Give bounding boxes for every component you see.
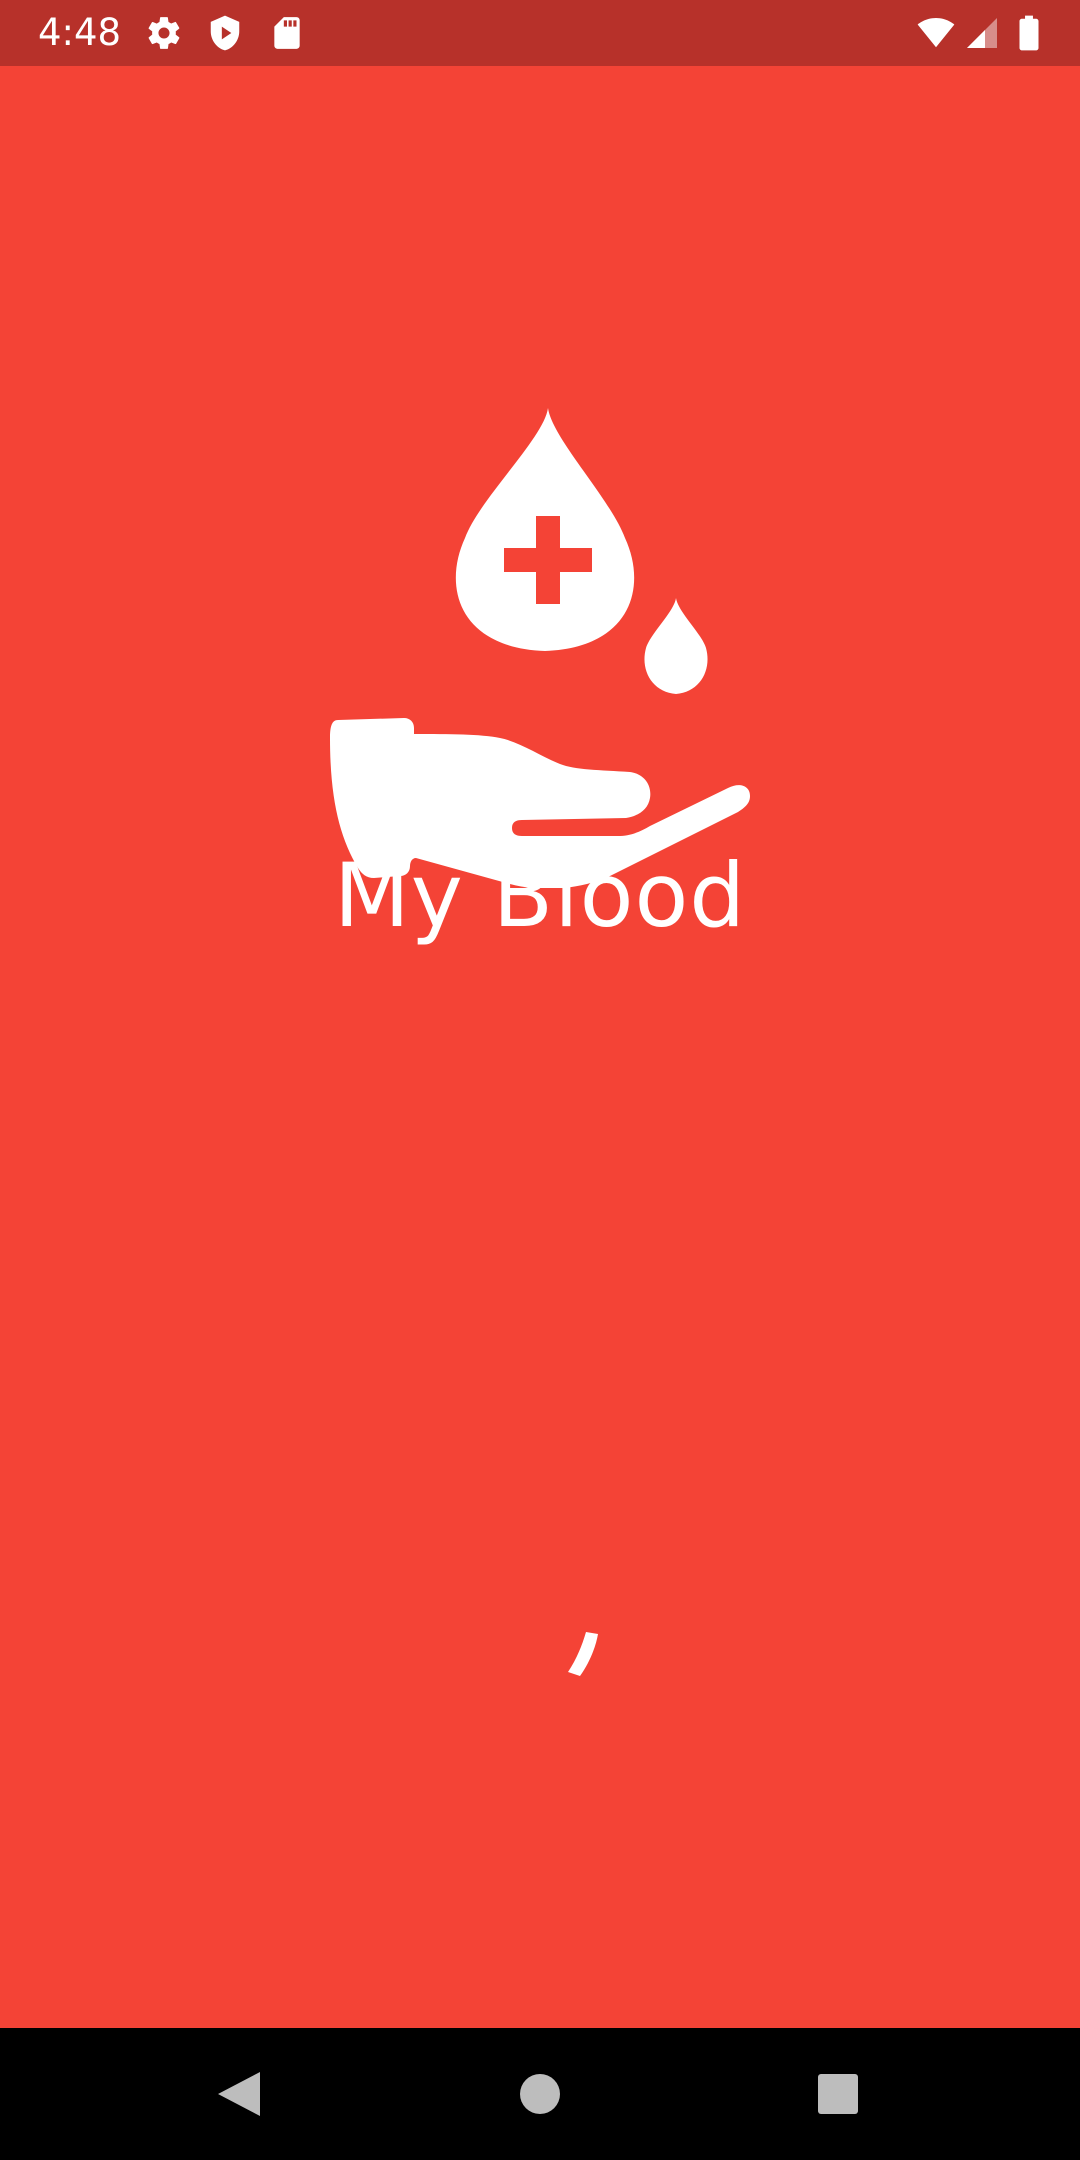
- splash-screen: 4:48 My Blood: [0, 0, 1080, 2160]
- cell-signal-icon: [964, 14, 1000, 52]
- recents-button[interactable]: [808, 2064, 868, 2124]
- home-button[interactable]: [510, 2064, 570, 2124]
- gear-icon: [145, 14, 183, 52]
- status-time: 4:48: [38, 11, 122, 54]
- back-button[interactable]: [210, 2064, 270, 2124]
- app-title: My Blood: [333, 844, 747, 947]
- status-bar: 4:48: [0, 0, 1080, 66]
- battery-icon: [1016, 14, 1042, 52]
- home-circle-icon: [520, 2074, 560, 2114]
- sd-card-icon: [268, 14, 306, 52]
- splash-content: My Blood: [0, 66, 1080, 2028]
- shield-play-icon: [206, 14, 244, 52]
- back-triangle-icon: [218, 2072, 260, 2116]
- spinner-icon: [568, 1632, 604, 1676]
- recents-square-icon: [818, 2074, 858, 2114]
- navigation-bar: [0, 2028, 1080, 2160]
- blood-donation-hand-icon: [330, 408, 750, 888]
- wifi-icon: [914, 14, 958, 52]
